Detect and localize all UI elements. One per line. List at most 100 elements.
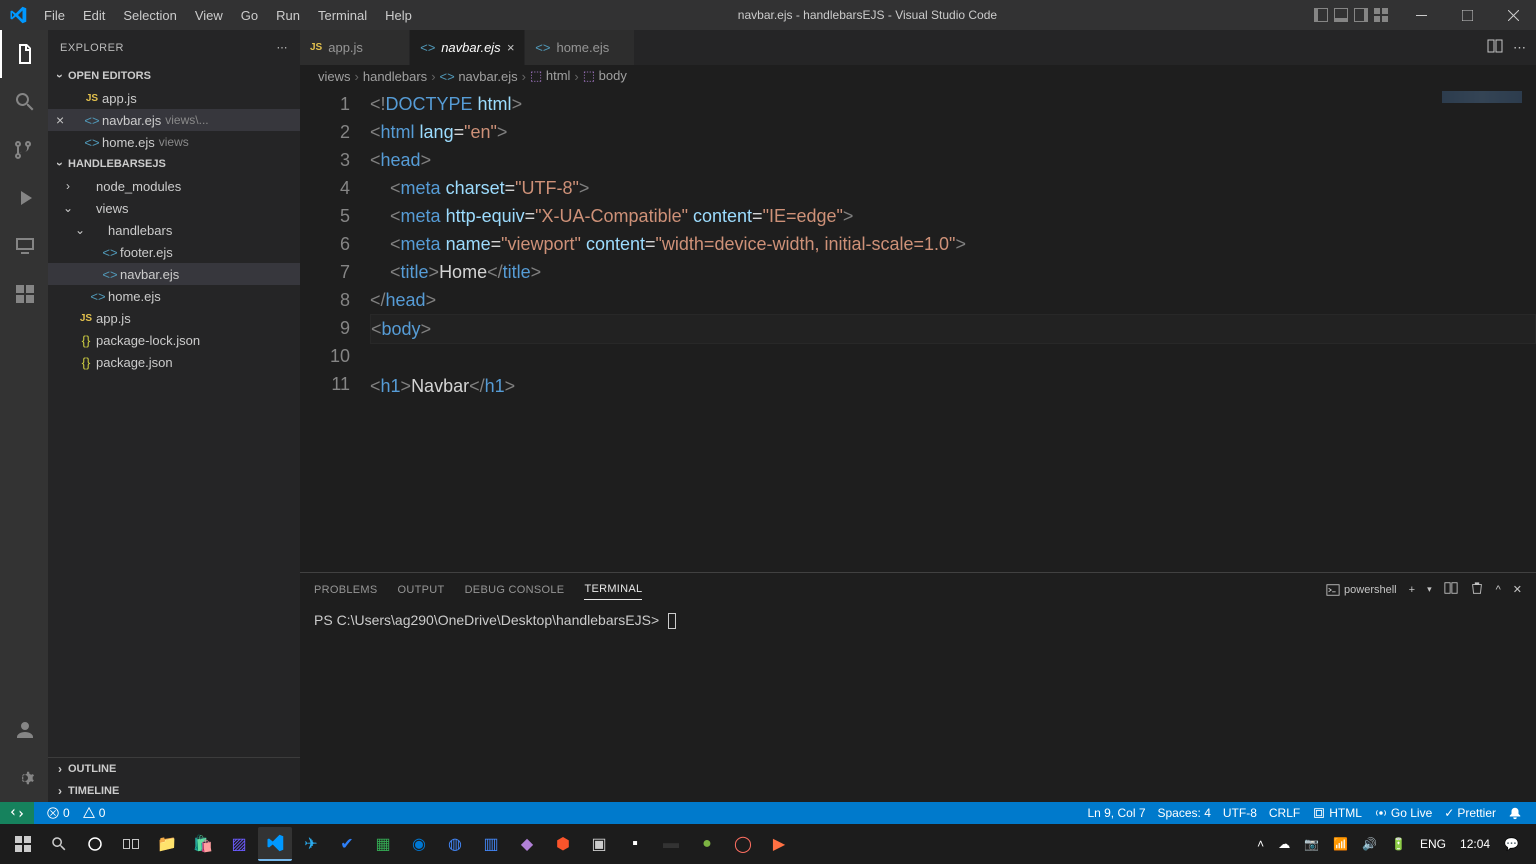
- source-control-icon[interactable]: [0, 126, 48, 174]
- cortana-icon[interactable]: [78, 827, 112, 861]
- file-item[interactable]: <>home.ejs: [48, 285, 300, 307]
- panel-tab-problems[interactable]: PROBLEMS: [314, 580, 378, 600]
- status-encoding[interactable]: UTF-8: [1217, 802, 1263, 824]
- app-icon[interactable]: ▦: [366, 827, 400, 861]
- editor-tab[interactable]: <>navbar.ejs×: [410, 30, 525, 65]
- menu-go[interactable]: Go: [232, 0, 267, 30]
- app-icon[interactable]: ▨: [222, 827, 256, 861]
- file-item[interactable]: <>footer.ejs: [48, 241, 300, 263]
- menu-edit[interactable]: Edit: [74, 0, 114, 30]
- app-icon[interactable]: ●: [690, 827, 724, 861]
- visual-studio-icon[interactable]: ◆: [510, 827, 544, 861]
- search-icon[interactable]: [42, 827, 76, 861]
- breadcrumb-item[interactable]: handlebars: [363, 69, 427, 84]
- edge-icon[interactable]: ◉: [402, 827, 436, 861]
- outline-header[interactable]: ›OUTLINE: [48, 758, 300, 780]
- status-prettier[interactable]: ✓ Prettier: [1438, 802, 1502, 824]
- minimap[interactable]: [1442, 91, 1522, 103]
- microsoft-store-icon[interactable]: 🛍️: [186, 827, 220, 861]
- notifications-icon[interactable]: 💬: [1501, 837, 1522, 851]
- app-icon[interactable]: ▥: [474, 827, 508, 861]
- terminal-content[interactable]: PS C:\Users\ag290\OneDrive\Desktop\handl…: [300, 606, 1536, 802]
- menu-run[interactable]: Run: [267, 0, 309, 30]
- status-errors[interactable]: 0: [40, 802, 76, 824]
- status-warnings[interactable]: 0: [76, 802, 112, 824]
- panel-tab-terminal[interactable]: TERMINAL: [584, 579, 642, 600]
- volume-icon[interactable]: 🔊: [1359, 837, 1380, 851]
- run-debug-icon[interactable]: [0, 174, 48, 222]
- file-item[interactable]: {}package-lock.json: [48, 329, 300, 351]
- file-explorer-icon[interactable]: 📁: [150, 827, 184, 861]
- breadcrumb-item[interactable]: views: [318, 69, 351, 84]
- split-editor-icon[interactable]: [1487, 38, 1503, 57]
- editor-tab[interactable]: JSapp.js×: [300, 30, 410, 65]
- more-icon[interactable]: ⋯: [277, 41, 289, 54]
- explorer-icon[interactable]: [0, 30, 48, 78]
- maximize-panel-icon[interactable]: ^: [1496, 584, 1501, 596]
- maximize-button[interactable]: [1444, 0, 1490, 30]
- app-icon[interactable]: ▶: [762, 827, 796, 861]
- folder-item[interactable]: ⌄views: [48, 197, 300, 219]
- settings-gear-icon[interactable]: [0, 754, 48, 802]
- kill-terminal-icon[interactable]: [1470, 581, 1484, 598]
- breadcrumb-item[interactable]: ⬚ html: [530, 68, 570, 84]
- status-notifications-icon[interactable]: [1502, 802, 1528, 824]
- folder-item[interactable]: ›node_modules: [48, 175, 300, 197]
- more-icon[interactable]: ⋯: [1513, 40, 1526, 56]
- file-item[interactable]: {}package.json: [48, 351, 300, 373]
- start-button[interactable]: [6, 827, 40, 861]
- meet-now-icon[interactable]: 📷: [1301, 837, 1322, 851]
- editor-tab[interactable]: <>home.ejs×: [525, 30, 635, 65]
- open-editor-item[interactable]: ×<>home.ejsviews: [48, 131, 300, 153]
- wifi-icon[interactable]: 📶: [1330, 837, 1351, 851]
- extensions-icon[interactable]: [0, 270, 48, 318]
- language-indicator[interactable]: ENG: [1417, 837, 1449, 851]
- close-tab-icon[interactable]: ×: [507, 40, 515, 55]
- close-button[interactable]: [1490, 0, 1536, 30]
- status-language[interactable]: HTML: [1306, 802, 1368, 824]
- layout-icon[interactable]: [1354, 8, 1368, 22]
- terminal-icon[interactable]: ▣: [582, 827, 616, 861]
- app-icon[interactable]: ✔: [330, 827, 364, 861]
- split-terminal-icon[interactable]: [1444, 581, 1458, 598]
- panel-tab-output[interactable]: OUTPUT: [398, 580, 445, 600]
- timeline-header[interactable]: ›TIMELINE: [48, 780, 300, 802]
- tray-overflow-icon[interactable]: ˄: [1254, 837, 1267, 851]
- status-indentation[interactable]: Spaces: 4: [1152, 802, 1217, 824]
- menu-selection[interactable]: Selection: [114, 0, 185, 30]
- menu-terminal[interactable]: Terminal: [309, 0, 376, 30]
- status-cursor-position[interactable]: Ln 9, Col 7: [1081, 802, 1151, 824]
- layout-icon[interactable]: [1334, 8, 1348, 22]
- new-terminal-icon[interactable]: +: [1409, 584, 1415, 596]
- remote-explorer-icon[interactable]: [0, 222, 48, 270]
- open-editor-item[interactable]: ×<>navbar.ejsviews\...: [48, 109, 300, 131]
- panel-tab-debug-console[interactable]: DEBUG CONSOLE: [465, 580, 565, 600]
- search-icon[interactable]: [0, 78, 48, 126]
- remote-indicator[interactable]: [0, 802, 34, 824]
- file-item[interactable]: JSapp.js: [48, 307, 300, 329]
- file-item[interactable]: <>navbar.ejs: [48, 263, 300, 285]
- app-icon[interactable]: ◯: [726, 827, 760, 861]
- app-icon[interactable]: ✈: [294, 827, 328, 861]
- accounts-icon[interactable]: [0, 706, 48, 754]
- status-eol[interactable]: CRLF: [1263, 802, 1306, 824]
- status-go-live[interactable]: Go Live: [1368, 802, 1438, 824]
- menu-help[interactable]: Help: [376, 0, 421, 30]
- terminal-dropdown-icon[interactable]: ▾: [1427, 584, 1432, 595]
- clock[interactable]: 12:04: [1457, 837, 1493, 851]
- app-icon[interactable]: ▬: [654, 827, 688, 861]
- menu-file[interactable]: File: [35, 0, 74, 30]
- menu-view[interactable]: View: [186, 0, 232, 30]
- breadcrumb-item[interactable]: <> navbar.ejs: [440, 69, 518, 84]
- layout-icon[interactable]: [1314, 8, 1328, 22]
- open-editors-header[interactable]: ›OPEN EDITORS: [48, 65, 300, 87]
- app-icon[interactable]: ⬢: [546, 827, 580, 861]
- code-editor[interactable]: 1234567891011 <!DOCTYPE html><html lang=…: [300, 87, 1536, 572]
- app-icon[interactable]: ▪: [618, 827, 652, 861]
- workspace-header[interactable]: ›HANDLEBARSEJS: [48, 153, 300, 175]
- open-editor-item[interactable]: ×JSapp.js: [48, 87, 300, 109]
- close-panel-icon[interactable]: ✕: [1513, 583, 1522, 596]
- vscode-taskbar-icon[interactable]: [258, 827, 292, 861]
- breadcrumb-item[interactable]: ⬚ body: [583, 68, 627, 84]
- close-editor-icon[interactable]: ×: [56, 112, 64, 128]
